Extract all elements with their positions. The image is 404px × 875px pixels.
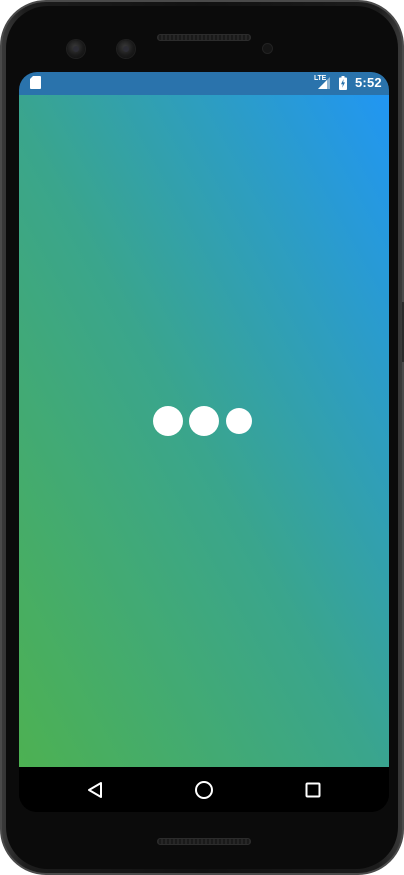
triangle-back-icon bbox=[88, 782, 102, 798]
front-camera-right bbox=[117, 40, 135, 58]
loading-dot-2 bbox=[189, 406, 219, 436]
front-camera-left bbox=[67, 40, 85, 58]
loading-dot-1 bbox=[153, 406, 183, 436]
battery-charging-icon bbox=[339, 76, 347, 90]
status-clock: 5:52 bbox=[355, 75, 382, 90]
cell-signal-icon bbox=[318, 77, 330, 89]
home-button[interactable] bbox=[189, 775, 219, 805]
loading-dot-3 bbox=[226, 408, 252, 434]
splash-background bbox=[19, 95, 389, 767]
square-recents-icon bbox=[305, 782, 321, 798]
phone-frame: LTE 5:52 bbox=[0, 0, 404, 875]
status-bar: LTE 5:52 bbox=[19, 72, 389, 95]
phone-screen: LTE 5:52 bbox=[19, 72, 389, 812]
top-speaker-grille bbox=[157, 34, 251, 41]
proximity-sensor bbox=[262, 43, 273, 54]
circle-home-icon bbox=[195, 781, 213, 799]
loading-indicator bbox=[19, 95, 389, 767]
back-button[interactable] bbox=[80, 775, 110, 805]
navigation-bar bbox=[19, 767, 389, 812]
recents-button[interactable] bbox=[298, 775, 328, 805]
sd-card-icon bbox=[30, 76, 41, 89]
bottom-speaker-grille bbox=[157, 838, 251, 845]
